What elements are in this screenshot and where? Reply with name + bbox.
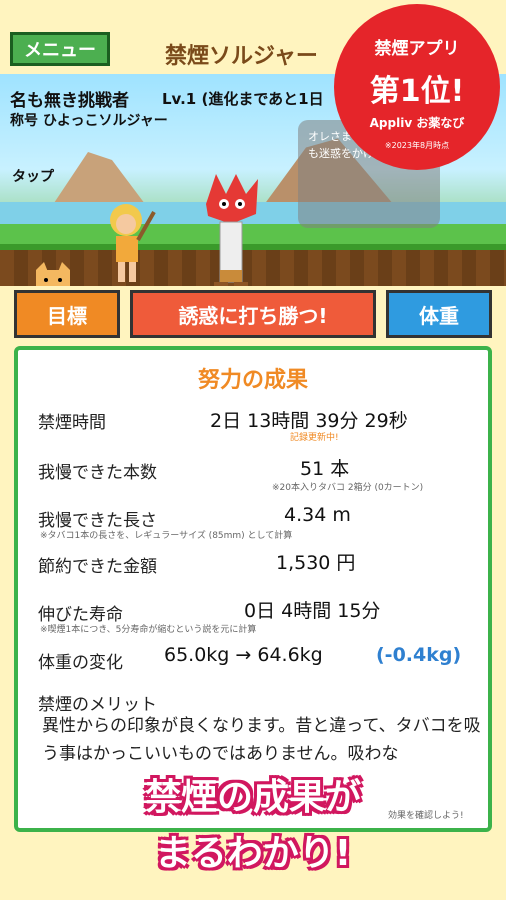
promo-caption: 禁煙の成果が まるわかり! [0, 770, 506, 882]
promo-line-1: 禁煙の成果が [144, 777, 361, 818]
row-label-weight: 体重の変化 [38, 653, 123, 673]
row-label-count: 我慢できた本数 [38, 463, 157, 483]
promo-line-2: まるわかり! [154, 833, 352, 874]
results-title: 努力の成果 [197, 368, 308, 393]
weight-button[interactable]: 体重 [386, 290, 492, 338]
row-note-life: ※喫煙1本につき、5分寿命が縮むという説を元に計算 [40, 625, 257, 635]
row-value-count: 51 本 [300, 458, 350, 480]
row-value-life: 0日 4時間 15分 [244, 600, 381, 622]
hero-character[interactable] [96, 200, 156, 286]
goal-button[interactable]: 目標 [14, 290, 120, 338]
badge-line: 禁煙アプリ [374, 39, 460, 59]
row-note-time: 記録更新中! [290, 433, 339, 443]
row-label-money: 節約できた金額 [38, 557, 157, 577]
row-label-time: 禁煙時間 [38, 413, 106, 433]
cat-character[interactable] [30, 262, 76, 286]
ranking-badge: 禁煙アプリ 第1位! Appliv お薬なび ※2023年8月時点 [334, 4, 500, 170]
row-value-length: 4.34 m [284, 504, 351, 526]
row-value-weight-delta: (-0.4kg) [376, 644, 462, 666]
row-note-length: ※タバコ1本の長さを、レギュラーサイズ (85mm) として計算 [40, 531, 293, 541]
cigarette-monster[interactable] [196, 174, 266, 286]
player-name: 名も無き挑戦者 [10, 91, 129, 111]
player-title: 称号 ひよっこソルジャー [10, 113, 168, 129]
row-note-count: ※20本入りタバコ 2箱分 (0カートン) [272, 483, 424, 493]
resist-temptation-button[interactable]: 誘惑に打ち勝つ! [130, 290, 376, 338]
badge-rank: 第1位! [369, 74, 465, 109]
player-level: Lv.1 (進化まであと1日 [162, 90, 324, 108]
row-value-time: 2日 13時間 39分 29秒 [210, 410, 408, 432]
app-title: 禁煙ソルジャー [165, 44, 318, 69]
results-card: 努力の成果 禁煙時間 2日 13時間 39分 29秒 記録更新中! 我慢できた本… [14, 346, 492, 832]
badge-date: ※2023年8月時点 [384, 141, 450, 150]
menu-button[interactable]: メニュー [10, 32, 110, 66]
merit-text: 異性からの印象が良くなります。昔と違って、タバコを吸う事はかっこいいものではあり… [42, 716, 481, 764]
row-value-weight: 65.0kg → 64.6kg [164, 644, 323, 666]
tap-hint: タップ [12, 169, 54, 185]
badge-source: Appliv お薬なび [369, 116, 465, 130]
row-value-money: 1,530 円 [276, 552, 356, 574]
action-tabs: 目標 誘惑に打ち勝つ! 体重 [0, 286, 506, 342]
